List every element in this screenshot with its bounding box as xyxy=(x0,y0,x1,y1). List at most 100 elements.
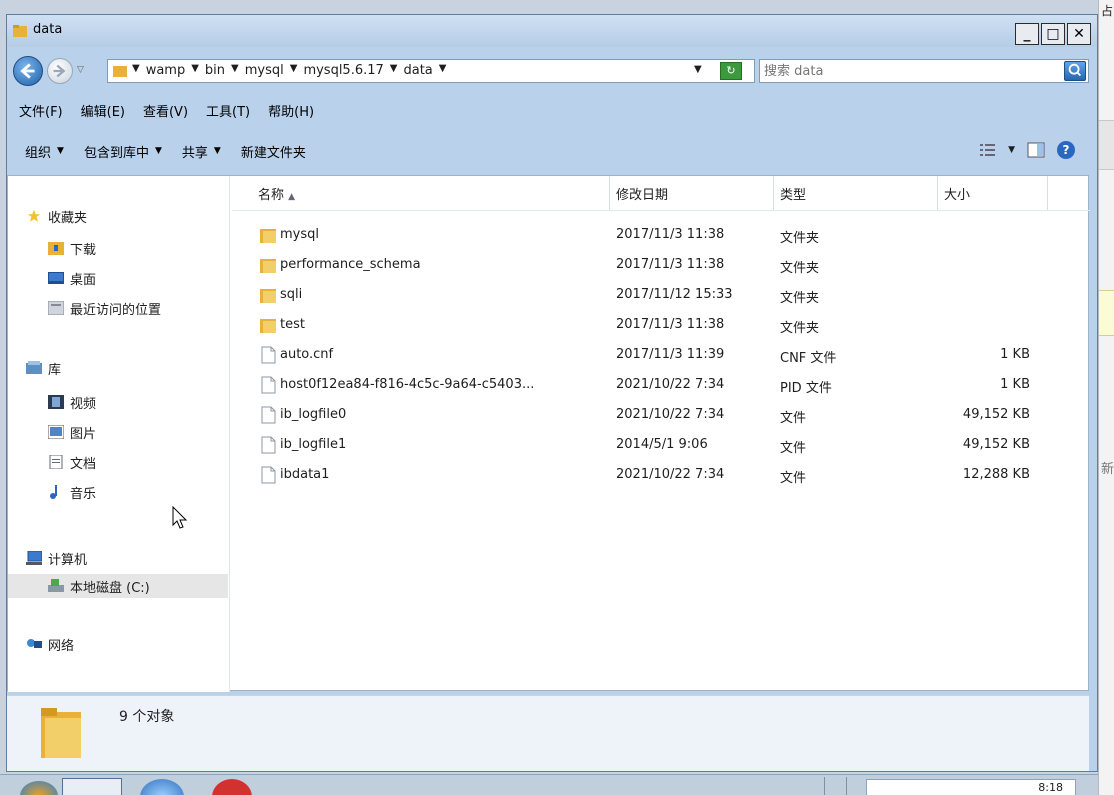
close-button[interactable]: ✕ xyxy=(1067,23,1091,45)
file-icon xyxy=(261,376,276,394)
back-button[interactable] xyxy=(13,56,43,86)
taskbar-app-button[interactable] xyxy=(212,779,252,795)
nav-label: 音乐 xyxy=(70,486,97,502)
breadcrumb-data[interactable]: data xyxy=(403,63,432,78)
mouse-cursor-icon xyxy=(172,506,188,529)
preview-pane-icon[interactable] xyxy=(1027,142,1045,158)
chevron-down-icon: ▼ xyxy=(154,146,162,156)
share-button[interactable]: 共享 ▼ xyxy=(182,142,221,161)
new-folder-label: 新建文件夹 xyxy=(240,145,306,161)
view-options-icon[interactable] xyxy=(980,143,996,157)
breadcrumb-wamp[interactable]: wamp xyxy=(146,63,186,78)
minimize-button[interactable]: _ xyxy=(1015,23,1039,45)
sort-ascending-icon: ▲ xyxy=(288,192,296,202)
breadcrumb-separator[interactable]: ▼ xyxy=(231,63,239,78)
include-in-library-button[interactable]: 包含到库中 ▼ xyxy=(84,142,162,161)
menu-help[interactable]: 帮助(H) xyxy=(268,101,314,123)
clock[interactable]: 8:18 xyxy=(1038,781,1063,794)
forward-button[interactable] xyxy=(47,58,73,84)
menu-edit[interactable]: 编辑(E) xyxy=(81,101,125,123)
search-button[interactable] xyxy=(1064,61,1086,81)
nav-downloads[interactable]: 下载 xyxy=(48,236,96,260)
nav-desktop[interactable]: 桌面 xyxy=(48,266,96,290)
address-history-dropdown[interactable]: ▼ xyxy=(694,64,702,75)
taskbar-explorer-button[interactable] xyxy=(62,778,122,795)
nav-computer[interactable]: 计算机 xyxy=(26,546,87,570)
breadcrumb-mysql[interactable]: mysql xyxy=(245,63,284,78)
nav-local-disk[interactable]: 本地磁盘 (C:) xyxy=(8,574,228,598)
breadcrumb-mysql5617[interactable]: mysql5.6.17 xyxy=(303,63,383,78)
column-header-size[interactable]: 大小 xyxy=(938,176,1048,210)
breadcrumb-separator[interactable]: ▼ xyxy=(390,63,398,78)
nav-recent-places[interactable]: 最近访问的位置 xyxy=(48,296,161,320)
breadcrumb-bin[interactable]: bin xyxy=(205,63,225,78)
breadcrumb-separator[interactable]: ▼ xyxy=(191,63,199,78)
search-field[interactable] xyxy=(759,59,1089,83)
file-row[interactable]: ibdata1 2021/10/22 7:34 文件 12,288 KB xyxy=(232,460,1090,490)
file-name: auto.cnf xyxy=(280,347,334,362)
nav-label: 下载 xyxy=(70,242,97,258)
item-count: 9 个对象 xyxy=(119,709,175,725)
taskbar-separator xyxy=(824,777,825,795)
menu-file[interactable]: 文件(F) xyxy=(19,101,63,123)
edge-text-top: 占 xyxy=(1101,4,1114,18)
nav-label: 库 xyxy=(48,362,62,378)
command-bar: 组织 ▼ 包含到库中 ▼ 共享 ▼ 新建文件夹 xyxy=(7,137,1097,165)
breadcrumb-separator[interactable]: ▼ xyxy=(290,63,298,78)
nav-pictures[interactable]: 图片 xyxy=(48,420,96,444)
title-bar[interactable]: data _ □ ✕ xyxy=(7,15,1097,47)
file-row[interactable]: auto.cnf 2017/11/3 11:39 CNF 文件 1 KB xyxy=(232,340,1090,370)
file-row[interactable]: ib_logfile1 2014/5/1 9:06 文件 49,152 KB xyxy=(232,430,1090,460)
menu-tools[interactable]: 工具(T) xyxy=(206,101,250,123)
file-row[interactable]: mysql 2017/11/3 11:38 文件夹 xyxy=(232,220,1090,250)
nav-music[interactable]: 音乐 xyxy=(48,480,96,504)
notification-area: 8:18 xyxy=(866,779,1076,795)
file-row[interactable]: test 2017/11/3 11:38 文件夹 xyxy=(232,310,1090,340)
file-row[interactable]: performance_schema 2017/11/3 11:38 文件夹 xyxy=(232,250,1090,280)
chevron-down-icon[interactable]: ▼ xyxy=(1008,145,1015,155)
edge-block xyxy=(1099,120,1114,170)
nav-documents[interactable]: 文档 xyxy=(48,450,96,474)
nav-favorites[interactable]: 收藏夹 xyxy=(26,204,87,228)
computer-icon xyxy=(26,551,42,565)
taskbar: 8:18 xyxy=(0,774,1098,795)
column-header-name[interactable]: 名称 ▲ xyxy=(252,176,610,210)
taskbar-separator xyxy=(846,777,847,795)
file-row[interactable]: ib_logfile0 2021/10/22 7:34 文件 49,152 KB xyxy=(232,400,1090,430)
network-icon xyxy=(27,639,42,648)
new-folder-button[interactable]: 新建文件夹 xyxy=(241,142,306,161)
file-type: PID 文件 xyxy=(780,381,832,396)
column-header-modified[interactable]: 修改日期 xyxy=(610,176,774,210)
file-name: ib_logfile1 xyxy=(280,437,347,452)
file-type: 文件 xyxy=(780,441,807,456)
nav-videos[interactable]: 视频 xyxy=(48,390,96,414)
column-header-type[interactable]: 类型 xyxy=(774,176,938,210)
address-bar[interactable]: ▼ wamp ▼ bin ▼ mysql ▼ mysql5.6.17 ▼ dat… xyxy=(107,59,755,83)
chevron-down-icon: ▼ xyxy=(57,146,64,156)
edge-text-mid: 新 xyxy=(1101,462,1114,477)
address-row: ▽ ▼ wamp ▼ bin ▼ mysql ▼ mysql5.6.17 ▼ d… xyxy=(7,53,1097,89)
file-size: 1 KB xyxy=(1000,347,1030,362)
file-row[interactable]: sqli 2017/11/12 15:33 文件夹 xyxy=(232,280,1090,310)
help-icon[interactable]: ? xyxy=(1057,141,1075,159)
column-modified-label: 修改日期 xyxy=(616,188,669,203)
refresh-button[interactable]: ↻ xyxy=(720,62,742,80)
file-modified: 2021/10/22 7:34 xyxy=(616,377,725,392)
nav-libraries[interactable]: 库 xyxy=(26,356,61,380)
menu-view[interactable]: 查看(V) xyxy=(143,101,188,123)
file-type: 文件夹 xyxy=(780,231,820,246)
recent-pages-dropdown[interactable]: ▽ xyxy=(77,65,84,75)
nav-label: 计算机 xyxy=(48,552,88,568)
search-input[interactable] xyxy=(764,62,1054,80)
file-size: 1 KB xyxy=(1000,377,1030,392)
maximize-button[interactable]: □ xyxy=(1041,23,1065,45)
breadcrumb-separator[interactable]: ▼ xyxy=(439,63,447,78)
share-label: 共享 xyxy=(181,145,208,161)
breadcrumb-separator[interactable]: ▼ xyxy=(132,63,140,78)
nav-network[interactable]: 网络 xyxy=(26,632,74,656)
taskbar-browser-button[interactable] xyxy=(140,779,184,795)
start-button[interactable] xyxy=(20,781,58,795)
file-row[interactable]: host0f12ea84-f816-4c5c-9a64-c5403... 2021… xyxy=(232,370,1090,400)
organize-button[interactable]: 组织 ▼ xyxy=(25,142,64,161)
file-modified: 2017/11/3 11:38 xyxy=(616,227,725,242)
